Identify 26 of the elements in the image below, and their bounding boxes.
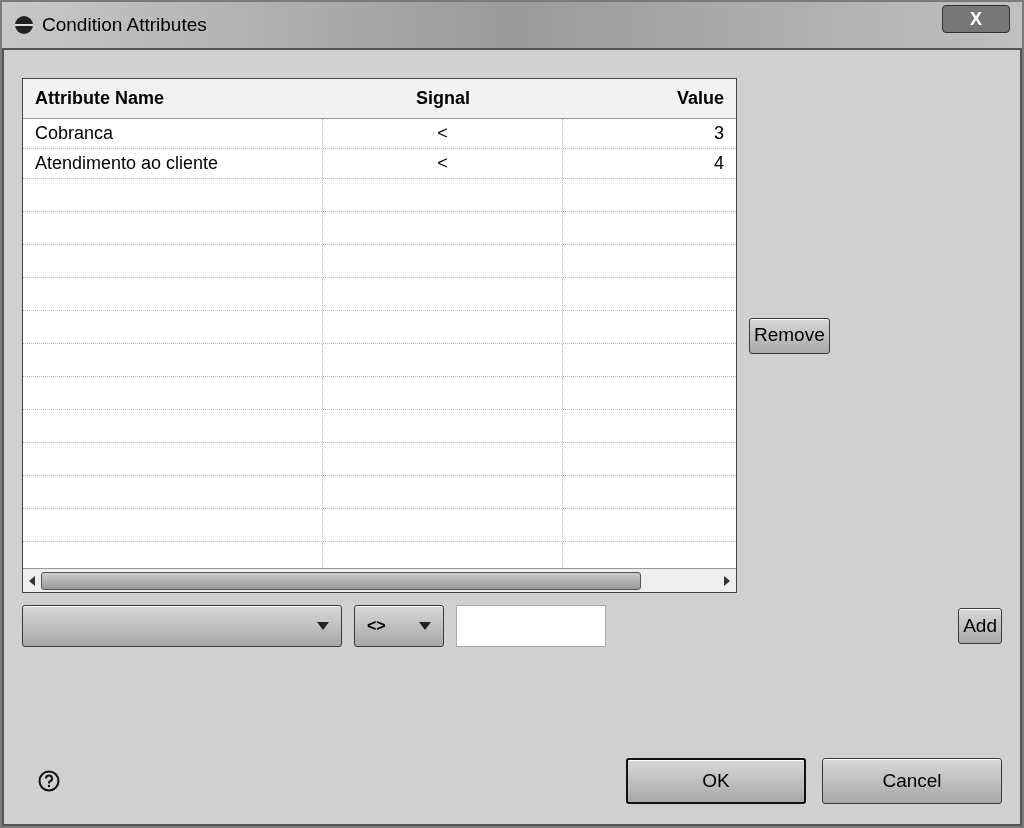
horizontal-scrollbar[interactable]	[23, 568, 736, 592]
column-header[interactable]: Value	[563, 85, 736, 112]
help-icon[interactable]	[38, 770, 60, 792]
scroll-right-icon[interactable]	[722, 574, 732, 587]
table-cell: <	[323, 149, 563, 178]
window-title: Condition Attributes	[42, 12, 208, 37]
column-header[interactable]: Signal	[323, 85, 563, 112]
dropdown-arrow-icon	[419, 622, 431, 630]
table-cell: Atendimento ao cliente	[23, 149, 323, 178]
column-header[interactable]: Attribute Name	[23, 85, 323, 112]
value-field[interactable]	[456, 605, 606, 647]
table-cell: Cobranca	[23, 119, 323, 148]
add-button[interactable]: Add	[958, 608, 1002, 644]
scroll-left-icon[interactable]	[27, 574, 37, 587]
app-icon	[14, 15, 34, 35]
table-cell-text: 4	[713, 152, 725, 175]
remove-button[interactable]: Remove	[749, 317, 830, 354]
table-cell: <	[323, 119, 563, 148]
close-button[interactable]: X	[942, 5, 1010, 33]
dropdown-arrow-icon	[317, 622, 329, 630]
cancel-button[interactable]: Cancel	[822, 758, 1002, 804]
table-cell-text: 3	[713, 122, 725, 145]
attribute-dropdown[interactable]	[22, 605, 342, 647]
signal-dropdown[interactable]: <>	[354, 605, 444, 647]
scrollbar-thumb[interactable]	[41, 571, 641, 590]
ok-button[interactable]: OK	[626, 758, 806, 804]
